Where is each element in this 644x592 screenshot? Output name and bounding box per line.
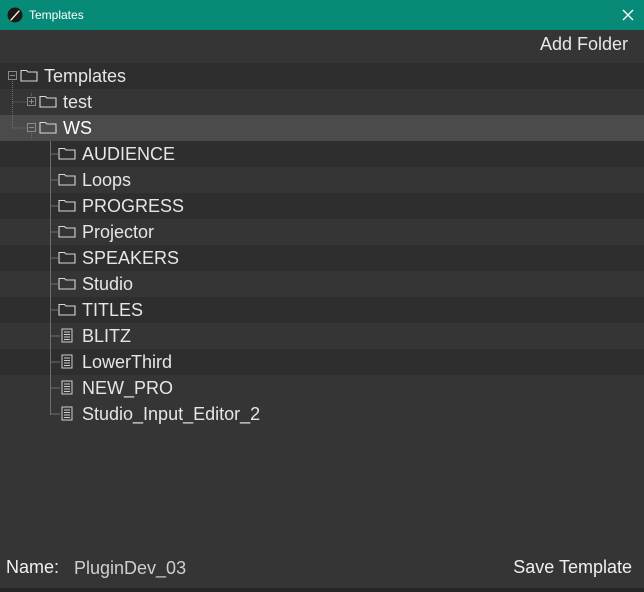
folder-icon [58,199,76,212]
add-folder-button[interactable]: Add Folder [540,34,628,55]
document-icon [61,406,73,421]
bottom-edge [0,588,644,592]
tree-item-label: Studio [82,273,134,294]
folder-icon [58,303,76,316]
tree-item-label: BLITZ [82,325,132,346]
tree-item-lowerthird[interactable]: LowerThird [0,349,644,375]
folder-icon [39,121,57,134]
tree-item-label: AUDIENCE [82,143,176,164]
tree-item-test[interactable]: test [0,89,644,115]
tree-item-label: Studio_Input_Editor_2 [82,403,261,424]
document-icon [61,354,73,369]
tree-item-label: LowerThird [82,351,173,372]
tree-item-label: Projector [82,221,155,242]
save-template-button[interactable]: Save Template [513,557,632,578]
template-name-input[interactable] [68,554,460,582]
tree-item-label: PROGRESS [82,195,185,216]
folder-icon [20,69,38,82]
tree-item-label: WS [63,117,92,138]
tree-item-studio-input-editor-2[interactable]: Studio_Input_Editor_2 [0,401,644,427]
template-tree: Templates test WS AUDIENCE Loops PROGRES… [0,63,644,427]
tree-item-audience[interactable]: AUDIENCE [0,141,644,167]
folder-icon [58,147,76,160]
tree-item-progress[interactable]: PROGRESS [0,193,644,219]
title-bar: Templates [0,0,644,30]
tree-item-label: Loops [82,169,132,190]
tree-item-ws[interactable]: WS [0,115,644,141]
folder-icon [58,225,76,238]
tree-item-studio[interactable]: Studio [0,271,644,297]
app-logo-icon [7,7,23,23]
window-title: Templates [29,8,84,22]
collapse-icon[interactable] [8,71,17,80]
close-icon [622,9,634,21]
folder-icon [58,277,76,290]
tree-item-new-pro[interactable]: NEW_PRO [0,375,644,401]
close-button[interactable] [612,0,644,30]
tree-item-label: TITLES [82,299,144,320]
tree-item-label: Templates [44,65,127,86]
tree-item-loops[interactable]: Loops [0,167,644,193]
tree-item-label: SPEAKERS [82,247,180,268]
document-icon [61,380,73,395]
collapse-icon[interactable] [27,123,36,132]
tree-item-projector[interactable]: Projector [0,219,644,245]
tree-item-titles[interactable]: TITLES [0,297,644,323]
tree-item-label: NEW_PRO [82,377,174,398]
name-label: Name: [6,557,60,577]
templates-window: Templates Add Folder Templates test WS A… [0,0,644,592]
tree-item-label: test [63,91,93,112]
folder-icon [58,173,76,186]
folder-icon [58,251,76,264]
document-icon [61,328,73,343]
folder-icon [39,95,57,108]
expand-icon[interactable] [27,97,36,106]
tree-item-speakers[interactable]: SPEAKERS [0,245,644,271]
tree-item-templates[interactable]: Templates [0,63,644,89]
tree-item-blitz[interactable]: BLITZ [0,323,644,349]
